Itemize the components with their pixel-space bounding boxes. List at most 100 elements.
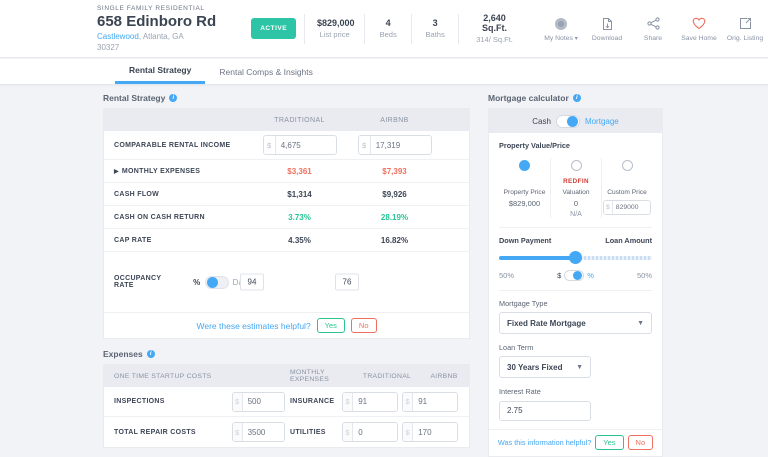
divider [499,227,652,228]
traditional-value: 3.73% [252,213,347,222]
switch-knob [567,116,578,127]
slider-filled-track [499,256,576,260]
column-one-time-startup-costs: ONE TIME STARTUP COSTS [114,373,290,380]
neighborhood-link[interactable]: Castlewood [97,32,139,41]
inspections-input[interactable] [243,393,284,411]
baths-value: 3 [424,18,446,28]
slider-handle[interactable] [569,251,582,264]
mortgage-type-label: Mortgage Type [499,299,652,308]
mortgage-option[interactable]: Mortgage [585,117,619,126]
divider [499,290,652,291]
share-icon [630,16,676,32]
traditional-income-input[interactable] [276,136,336,154]
feedback-question: Was this information helpful? [498,438,591,447]
yes-button[interactable]: Yes [317,318,345,333]
occupancy-unit-switch[interactable] [205,276,229,289]
loan-term-value: 30 Years Fixed [507,363,562,372]
tab-rental-strategy[interactable]: Rental Strategy [115,59,205,84]
insurance-traditional-wrap: $ [342,392,398,412]
redfin-valuation-radio[interactable] [571,160,582,171]
property-price-option: Property Price $829,000 [499,158,550,218]
airbnb-income-input-wrap: $ [358,135,432,155]
cash-mortgage-switch[interactable] [556,115,580,128]
expenses-title-row: Expenses i [103,349,470,359]
custom-price-input[interactable] [613,201,650,214]
insurance-traditional-input[interactable] [353,393,397,411]
divider [364,14,365,44]
monthly-expenses-row[interactable]: ▶MONTHLY EXPENSES $3,361 $7,393 [104,160,469,183]
orig-listing-button[interactable]: Orig. Listing [722,16,768,42]
mortgage-calculator-card: Cash Mortgage Property Value/Price Prope… [488,108,663,457]
custom-price-input-wrap: $ [603,200,651,215]
baths-stat: 3 Baths [420,18,450,39]
inspections-label: INSPECTIONS [114,398,226,405]
yes-button[interactable]: Yes [595,435,623,450]
expand-arrow-icon[interactable]: ▶ [114,168,119,175]
rental-table-header: TRADITIONAL AIRBNB [104,109,469,131]
save-home-label: Save Home [676,35,722,42]
airbnb-value: 28.19% [347,213,442,222]
cash-option[interactable]: Cash [532,117,551,126]
down-payment-slider[interactable] [499,251,652,264]
info-feedback-row: Was this information helpful? Yes No [489,429,662,455]
download-label: Download [584,35,630,42]
repair-costs-input[interactable] [243,423,284,441]
no-button[interactable]: No [351,318,377,333]
cash-mortgage-toggle-row: Cash Mortgage [489,109,662,133]
down-payment-percent: 50% [499,271,514,280]
row-label: CASH FLOW [114,191,252,198]
traditional-value: 4.35% [252,236,347,245]
dollar-percent-switch[interactable] [564,270,584,281]
currency-prefix: $ [233,393,243,411]
insurance-airbnb-input[interactable] [413,393,457,411]
utilities-airbnb-input[interactable] [413,423,457,441]
zip-code: 30327 [97,43,245,52]
info-icon[interactable]: i [169,94,177,102]
airbnb-occupancy-value: 76 [335,274,359,291]
save-home-button[interactable]: Save Home [676,16,722,42]
option-value: $829,000 [499,199,550,208]
loan-amount-label: Loan Amount [605,236,652,245]
row-label: CAP RATE [114,237,252,244]
mortgage-calculator-title: Mortgage calculator [488,93,569,103]
dollar-option[interactable]: $ [557,271,561,280]
beds-value: 4 [377,18,399,28]
heart-icon [676,16,722,32]
airbnb-value: $9,926 [347,190,442,199]
custom-price-radio[interactable] [622,160,633,171]
info-icon[interactable]: i [573,94,581,102]
property-price-radio[interactable] [519,160,530,171]
percent-option[interactable]: % [587,271,594,280]
redfin-valuation-option: REDFIN Valuation 0 N/A [550,158,601,218]
property-header: SINGLE FAMILY RESIDENTIAL 658 Edinboro R… [0,0,768,58]
down-payment-header: Down Payment Loan Amount [499,236,652,245]
currency-prefix: $ [604,201,613,214]
list-price-stat: $829,000 List price [313,18,356,39]
total-repair-costs-label: TOTAL REPAIR COSTS [114,429,226,436]
option-label: Property Price [499,189,550,196]
caret-down-icon: ▼ [576,364,583,371]
column-monthly-expenses: MONTHLY EXPENSES [290,369,354,383]
beds-stat: 4 Beds [373,18,403,39]
mortgage-type-select[interactable]: Fixed Rate Mortgage ▼ [499,312,652,334]
download-button[interactable]: Download [584,16,630,42]
no-button[interactable]: No [628,435,654,450]
column-airbnb: AIRBNB [420,373,468,380]
share-button[interactable]: Share [630,16,676,42]
custom-price-option: Custom Price $ [601,158,652,218]
percent-option[interactable]: % [193,278,200,287]
utilities-traditional-input[interactable] [353,423,397,441]
my-notes-button[interactable]: My Notes ▾ [538,16,584,42]
sqft-per-value: 314/ Sq.Ft. [471,35,518,44]
utilities-traditional-wrap: $ [342,422,398,442]
tab-rental-comps-insights[interactable]: Rental Comps & Insights [205,59,327,84]
row-label: COMPARABLE RENTAL INCOME [114,142,252,149]
expenses-row-2: TOTAL REPAIR COSTS $ UTILITIES $ [104,417,469,447]
redfin-logo: REDFIN [551,178,601,187]
loan-term-select[interactable]: 30 Years Fixed ▼ [499,356,591,378]
info-icon[interactable]: i [147,350,155,358]
airbnb-income-input[interactable] [371,136,431,154]
currency-prefix: $ [233,423,243,441]
interest-rate-input[interactable] [499,401,591,421]
traditional-value: $3,361 [252,167,347,176]
